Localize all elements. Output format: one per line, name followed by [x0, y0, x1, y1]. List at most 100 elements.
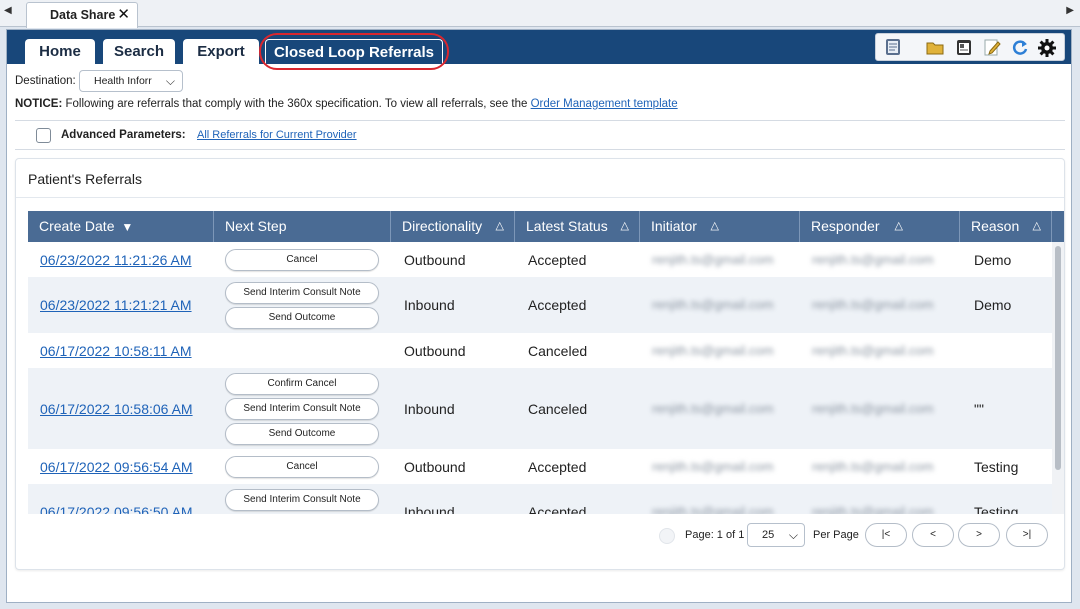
per-page-label: Per Page	[813, 529, 859, 541]
app-frame: Home Search Export Closed Loop Referrals	[6, 29, 1072, 603]
refresh-icon[interactable]	[1009, 37, 1031, 59]
advanced-parameters-row: Advanced Parameters: All Referrals for C…	[15, 120, 1065, 150]
report-icon[interactable]	[882, 37, 904, 59]
nav-bar: Home Search Export Closed Loop Referrals	[7, 30, 1071, 70]
initiator-cell: renjith.ts@gmail.com	[652, 297, 774, 312]
column-directionality[interactable]: Directionality △	[391, 211, 515, 242]
responder-cell: renjith.ts@gmail.com	[812, 343, 934, 358]
cancel-button[interactable]: Cancel	[225, 249, 379, 271]
order-management-link[interactable]: Order Management template	[531, 98, 678, 110]
advanced-parameters-checkbox[interactable]	[36, 128, 51, 143]
prev-page-button[interactable]: <	[912, 523, 954, 547]
reason-cell: Testing	[974, 459, 1019, 475]
scroll-left-icon[interactable]: ◀	[4, 5, 12, 16]
send-outcome-button[interactable]: Send Outcome	[225, 307, 379, 329]
column-responder[interactable]: Responder △	[800, 211, 960, 242]
responder-cell: renjith.ts@gmail.com	[812, 297, 934, 312]
column-initiator[interactable]: Initiator △	[640, 211, 800, 242]
table-row: 06/23/2022 11:21:26 AM Outbound Accepted re…	[28, 242, 1052, 277]
divider	[16, 197, 1064, 198]
directionality-cell: Inbound	[404, 297, 455, 313]
page-size-value: 25	[762, 529, 775, 541]
column-reason[interactable]: Reason △	[960, 211, 1052, 242]
responder-cell: renjith.ts@gmail.com	[812, 401, 934, 416]
initiator-cell: renjith.ts@gmail.com	[652, 343, 774, 358]
pager: Page: 1 of 1 25 ⌵ Per Page |< < > >|	[16, 521, 1064, 551]
tab-search[interactable]: Search	[103, 39, 175, 64]
notice-text: Following are referrals that comply with…	[62, 98, 531, 110]
notice-prefix: NOTICE:	[15, 98, 63, 110]
doc-tab-data-share[interactable]: Data Share ✕	[26, 2, 138, 28]
advanced-parameters-label: Advanced Parameters:	[61, 129, 186, 141]
destination-label: Destination:	[15, 75, 76, 87]
confirm-cancel-button[interactable]: Confirm Cancel	[225, 373, 379, 395]
last-page-button[interactable]: >|	[1006, 523, 1048, 547]
document-tab-strip: ◀ Data Share ✕ ▶	[0, 0, 1080, 28]
cancel-button[interactable]: Cancel	[225, 456, 379, 478]
directionality-cell: Inbound	[404, 504, 455, 514]
grid-header: Create Date ▼ Next Step Directionality △ …	[28, 211, 1064, 242]
table-row: 06/17/2022 09:56:50 AM Inbound Accepted ren…	[28, 484, 1052, 514]
directionality-cell: Outbound	[404, 252, 466, 268]
initiator-cell: renjith.ts@gmail.com	[652, 504, 774, 514]
vertical-scrollbar[interactable]	[1052, 242, 1064, 514]
close-icon[interactable]: ✕	[117, 3, 130, 27]
table-row: 06/17/2022 09:56:54 AM Outbound Accepted re…	[28, 449, 1052, 484]
chevron-down-icon: ⌵	[788, 528, 798, 542]
send-interim-consult-note-button[interactable]: Send Interim Consult Note	[225, 489, 379, 511]
page-indicator	[659, 528, 675, 544]
send-interim-consult-note-button[interactable]: Send Interim Consult Note	[225, 282, 379, 304]
page-size-select[interactable]: 25 ⌵	[747, 523, 805, 547]
sort-icon: △	[894, 220, 903, 232]
initiator-cell: renjith.ts@gmail.com	[652, 401, 774, 416]
sort-icon: △	[710, 220, 719, 232]
gear-icon[interactable]	[1036, 37, 1058, 59]
first-page-button[interactable]: |<	[865, 523, 907, 547]
create-date-link[interactable]: 06/17/2022 10:58:06 AM	[40, 401, 193, 417]
responder-cell: renjith.ts@gmail.com	[812, 459, 934, 474]
destination-value: Health Inforr	[94, 75, 152, 87]
status-cell: Accepted	[528, 504, 587, 514]
all-referrals-link[interactable]: All Referrals for Current Provider	[197, 129, 357, 141]
status-cell: Accepted	[528, 252, 587, 268]
reason-cell: Testing	[974, 504, 1019, 514]
edit-document-icon[interactable]	[981, 37, 1003, 59]
panel-title: Patient's Referrals	[28, 171, 142, 187]
referrals-grid: Create Date ▼ Next Step Directionality △ …	[28, 211, 1064, 514]
sort-icon: △	[495, 220, 504, 232]
page-status: Page: 1 of 1	[685, 529, 745, 541]
directionality-cell: Inbound	[404, 401, 455, 417]
tab-export[interactable]: Export	[183, 39, 259, 64]
reason-cell: Demo	[974, 297, 1012, 313]
id-card-icon[interactable]	[953, 37, 975, 59]
sort-icon: △	[1032, 220, 1041, 232]
directionality-cell: Outbound	[404, 459, 466, 475]
doc-tab-title: Data Share	[50, 8, 116, 22]
destination-select[interactable]: Health Inforr ⌵	[79, 70, 183, 92]
responder-cell: renjith.ts@gmail.com	[812, 252, 934, 267]
create-date-link[interactable]: 06/23/2022 11:21:26 AM	[40, 252, 192, 268]
sort-icon: △	[620, 220, 629, 232]
highlight-annotation	[259, 33, 449, 70]
tab-home[interactable]: Home	[25, 39, 95, 64]
scroll-right-icon[interactable]: ▶	[1066, 5, 1074, 16]
create-date-link[interactable]: 06/17/2022 10:58:11 AM	[40, 343, 192, 359]
chevron-down-icon: ⌵	[165, 74, 175, 88]
send-interim-consult-note-button[interactable]: Send Interim Consult Note	[225, 398, 379, 420]
column-next-step[interactable]: Next Step	[214, 211, 391, 242]
status-cell: Accepted	[528, 297, 587, 313]
status-cell: Canceled	[528, 343, 588, 359]
reason-cell: ""	[974, 401, 984, 417]
table-row: 06/17/2022 10:58:06 AM Inbound Canceled ren…	[28, 368, 1052, 449]
next-page-button[interactable]: >	[958, 523, 1000, 547]
column-create-date[interactable]: Create Date ▼	[28, 211, 214, 242]
table-row: 06/23/2022 11:21:21 AM Inbound Accepted ren…	[28, 277, 1052, 333]
create-date-link[interactable]: 06/17/2022 09:56:50 AM	[40, 504, 193, 514]
scrollbar-thumb[interactable]	[1055, 246, 1061, 470]
send-outcome-button[interactable]: Send Outcome	[225, 423, 379, 445]
table-row: 06/17/2022 10:58:11 AM Outbound Canceled re…	[28, 333, 1052, 368]
column-latest-status[interactable]: Latest Status △	[515, 211, 640, 242]
folder-icon[interactable]	[924, 37, 946, 59]
create-date-link[interactable]: 06/23/2022 11:21:21 AM	[40, 297, 192, 313]
create-date-link[interactable]: 06/17/2022 09:56:54 AM	[40, 459, 193, 475]
